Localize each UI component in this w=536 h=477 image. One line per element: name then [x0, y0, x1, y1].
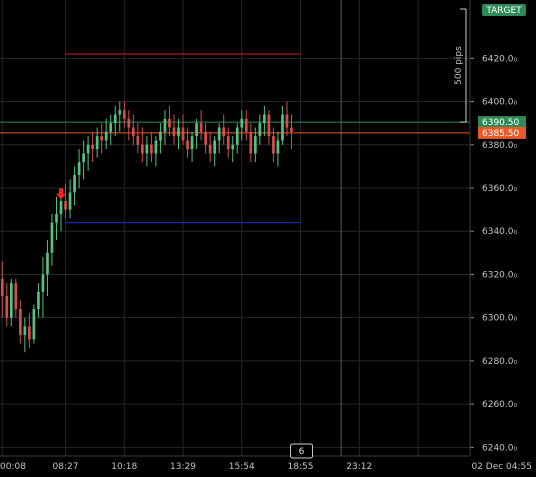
- candle-body: [55, 213, 58, 223]
- candle-body: [32, 309, 36, 340]
- candle-body: [64, 200, 67, 210]
- candle-body: [226, 136, 230, 150]
- x-tick-label: 00:08: [0, 462, 26, 472]
- candle-body: [199, 123, 203, 132]
- candle-body: [136, 136, 140, 145]
- candle-body: [235, 127, 239, 145]
- candle-body: [195, 123, 198, 137]
- x-tick-label: 13:29: [170, 462, 196, 472]
- candle-body: [113, 114, 117, 124]
- candle-body: [244, 118, 248, 132]
- x-tick-label: 23:12: [346, 462, 372, 472]
- candle-body: [28, 326, 31, 340]
- candle-body: [267, 114, 271, 137]
- candle-body: [258, 123, 262, 137]
- candle-body: [50, 222, 54, 253]
- x-tick-label: 10:18: [111, 462, 137, 472]
- candle-body: [46, 252, 49, 275]
- candle-body: [91, 144, 94, 150]
- candle-body: [122, 110, 126, 119]
- y-tick-label: 6320.0₀: [482, 270, 517, 280]
- candle-body: [82, 153, 85, 163]
- candle-body: [213, 140, 217, 154]
- y-tick-label: 6340.0₀: [482, 227, 517, 237]
- candle-body: [222, 127, 226, 137]
- x-tick-label: 15:54: [229, 462, 255, 472]
- candle-body: [68, 192, 72, 210]
- y-tick-label: 6400.0₀: [482, 98, 517, 108]
- candle-body: [281, 114, 284, 141]
- y-tick-label: 6300.0₀: [482, 314, 517, 324]
- candle-body: [104, 131, 108, 141]
- candle-body: [177, 127, 180, 137]
- candle-body: [249, 131, 253, 154]
- candle-body: [14, 283, 18, 310]
- bar-counter-label: 6: [299, 447, 305, 457]
- candle-body: [159, 131, 162, 141]
- candle-body: [172, 127, 176, 137]
- candle-body: [263, 114, 266, 124]
- candle-body: [285, 114, 289, 128]
- candle-body: [141, 144, 144, 154]
- y-tick-label: 6380.0₀: [482, 141, 517, 151]
- candle-body: [231, 144, 235, 150]
- candle-body: [95, 136, 99, 150]
- candle-body: [240, 118, 244, 128]
- candle-body: [109, 123, 113, 132]
- candle-body: [272, 136, 275, 154]
- candle-body: [9, 283, 13, 318]
- candle-body: [73, 175, 76, 193]
- candle-body: [127, 118, 131, 128]
- candle-body: [131, 127, 135, 137]
- candle-body: [253, 136, 257, 154]
- x-tick-label: 18:55: [288, 462, 314, 472]
- candle-body: [208, 144, 212, 154]
- candle-body: [59, 200, 63, 214]
- candle-body: [100, 136, 104, 141]
- candle-body: [41, 274, 45, 292]
- candle-body: [190, 136, 194, 150]
- candle-body: [37, 291, 40, 310]
- y-tick-label: 6260.0₀: [482, 400, 517, 410]
- candle-body: [290, 127, 293, 132]
- candle-body: [186, 140, 189, 150]
- price-tag-label-TARGET: 6390.50: [482, 118, 519, 128]
- candle-body: [168, 118, 171, 128]
- candle-body: [150, 144, 153, 154]
- y-tick-label: 6420.0₀: [482, 54, 517, 64]
- candle-body: [181, 127, 185, 141]
- x-tick-label: 08:27: [53, 462, 79, 472]
- candle-body: [217, 127, 221, 141]
- candle-body: [154, 140, 158, 154]
- candle-body: [204, 131, 207, 145]
- candle-body: [163, 118, 167, 132]
- price-tag-label-current: 6385.50: [482, 129, 519, 139]
- pips-label: 500 pips: [454, 46, 464, 85]
- price-chart[interactable]: 6420.0₀ 6400.0₀ 6380.0₀ 6360.0₀ 6340.0₀ 6320.…: [0, 0, 536, 477]
- candle-body: [23, 326, 27, 335]
- x-tick-label: 02 Dec 04:55: [471, 462, 532, 472]
- candle-body: [86, 144, 90, 154]
- candle-body: [118, 110, 122, 115]
- candle-body: [0, 278, 4, 297]
- y-tick-label: 6240.0₀: [482, 443, 517, 453]
- candle-body: [145, 144, 149, 154]
- candle-body: [5, 296, 9, 318]
- target-badge-label: TARGET: [485, 6, 522, 16]
- y-tick-label: 6360.0₀: [482, 184, 517, 194]
- candle-body: [77, 162, 81, 176]
- y-tick-label: 6280.0₀: [482, 357, 517, 367]
- candle-body: [276, 140, 280, 154]
- candle-body: [18, 309, 22, 335]
